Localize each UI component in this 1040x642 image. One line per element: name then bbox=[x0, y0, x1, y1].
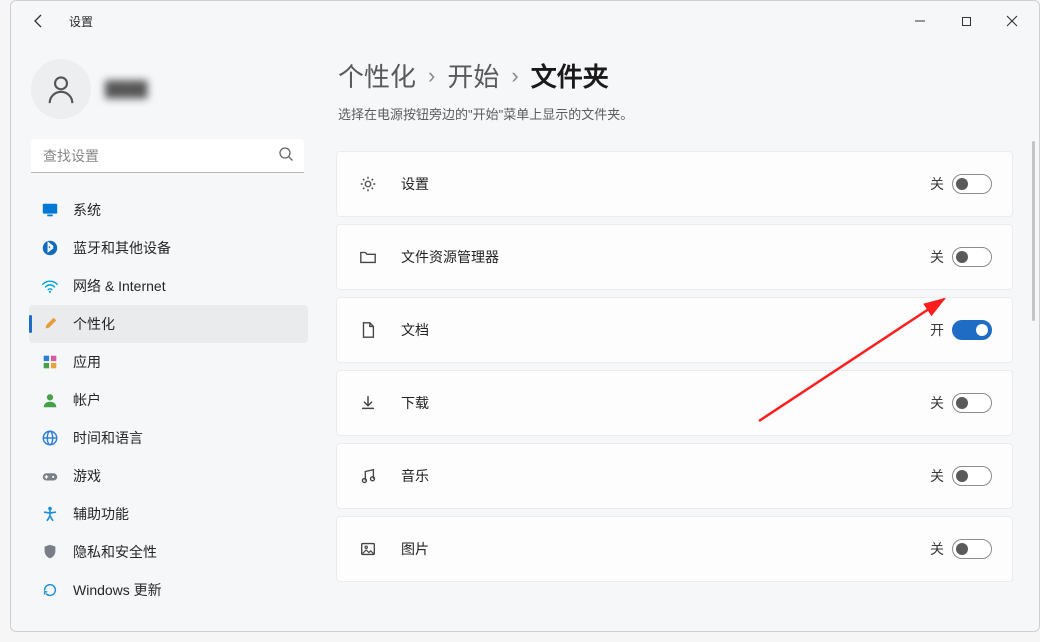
refresh-icon bbox=[41, 581, 59, 599]
folder-card-pictures: 图片 关 bbox=[336, 516, 1013, 582]
sidebar-item-label: 网络 & Internet bbox=[73, 276, 166, 296]
sidebar-item-label: 系统 bbox=[73, 200, 101, 220]
folder-label: 图片 bbox=[401, 539, 908, 559]
avatar-icon bbox=[44, 72, 78, 106]
sidebar-item-bluetooth[interactable]: 蓝牙和其他设备 bbox=[29, 229, 308, 267]
folder-icon bbox=[357, 246, 379, 268]
close-button[interactable] bbox=[989, 5, 1035, 37]
sidebar-item-system[interactable]: 系统 bbox=[29, 191, 308, 229]
bluetooth-icon bbox=[41, 239, 59, 257]
music-icon bbox=[357, 465, 379, 487]
toggle-state-label: 开 bbox=[930, 320, 944, 340]
user-icon bbox=[41, 391, 59, 409]
main-content: 个性化 › 开始 › 文件夹 选择在电源按钮旁边的"开始"菜单上显示的文件夹。 … bbox=[316, 41, 1039, 631]
globe-icon bbox=[41, 429, 59, 447]
sidebar-item-personalize[interactable]: 个性化 bbox=[29, 305, 308, 343]
shield-icon bbox=[41, 543, 59, 561]
window-title: 设置 bbox=[69, 13, 93, 30]
nav: 系统蓝牙和其他设备网络 & Internet 个性化应用帐户时间和语言游戏辅助功能… bbox=[29, 191, 308, 609]
folder-label: 下载 bbox=[401, 393, 908, 413]
sidebar-item-label: Windows 更新 bbox=[73, 580, 162, 600]
folder-label: 设置 bbox=[401, 174, 908, 194]
toggle-music[interactable] bbox=[952, 466, 992, 486]
sidebar-item-accessibility[interactable]: 辅助功能 bbox=[29, 495, 308, 533]
wifi-icon bbox=[41, 277, 59, 295]
sidebar-item-network[interactable]: 网络 & Internet bbox=[29, 267, 308, 305]
gamepad-icon bbox=[41, 467, 59, 485]
breadcrumb-start[interactable]: 开始 bbox=[447, 57, 499, 94]
avatar bbox=[31, 59, 91, 119]
folder-cards: 设置关文件资源管理器关文档开下载关音乐关图片关 bbox=[336, 151, 1019, 612]
sidebar-item-update[interactable]: Windows 更新 bbox=[29, 571, 308, 609]
download-icon bbox=[357, 392, 379, 414]
folder-label: 音乐 bbox=[401, 466, 908, 486]
search-input[interactable] bbox=[31, 139, 304, 173]
sidebar-item-label: 帐户 bbox=[73, 390, 101, 410]
folder-card-documents: 文档 开 bbox=[336, 297, 1013, 363]
close-icon bbox=[1006, 15, 1018, 27]
toggle-downloads[interactable] bbox=[952, 393, 992, 413]
minimize-button[interactable] bbox=[897, 5, 943, 37]
scrollbar[interactable] bbox=[1032, 141, 1035, 321]
page-description: 选择在电源按钮旁边的"开始"菜单上显示的文件夹。 bbox=[338, 104, 1019, 123]
sidebar-item-label: 隐私和安全性 bbox=[73, 542, 157, 562]
sidebar-item-gaming[interactable]: 游戏 bbox=[29, 457, 308, 495]
titlebar: 设置 bbox=[11, 1, 1039, 41]
user-name: ████ bbox=[105, 81, 148, 98]
minimize-icon bbox=[914, 15, 926, 27]
toggle-state-label: 关 bbox=[930, 466, 944, 486]
toggle-explorer[interactable] bbox=[952, 247, 992, 267]
maximize-icon bbox=[961, 16, 972, 27]
toggle-state-label: 关 bbox=[930, 247, 944, 267]
toggle-state-label: 关 bbox=[930, 393, 944, 413]
sidebar-item-label: 辅助功能 bbox=[73, 504, 129, 524]
sidebar-item-label: 时间和语言 bbox=[73, 428, 143, 448]
chevron-right-icon: › bbox=[511, 63, 518, 89]
maximize-button[interactable] bbox=[943, 5, 989, 37]
sidebar: ████ 系统蓝牙和其他设备网络 & Internet 个性化应用帐户时间和语言游… bbox=[11, 41, 316, 631]
sidebar-item-privacy[interactable]: 隐私和安全性 bbox=[29, 533, 308, 571]
back-button[interactable] bbox=[25, 7, 53, 35]
search-icon bbox=[278, 146, 294, 167]
sidebar-item-time[interactable]: 时间和语言 bbox=[29, 419, 308, 457]
toggle-documents[interactable] bbox=[952, 320, 992, 340]
sidebar-item-accounts[interactable]: 帐户 bbox=[29, 381, 308, 419]
sidebar-item-label: 蓝牙和其他设备 bbox=[73, 238, 171, 258]
sidebar-item-apps[interactable]: 应用 bbox=[29, 343, 308, 381]
folder-card-settings: 设置 关 bbox=[336, 151, 1013, 217]
folder-card-music: 音乐 关 bbox=[336, 443, 1013, 509]
folder-card-downloads: 下载 关 bbox=[336, 370, 1013, 436]
document-icon bbox=[357, 319, 379, 341]
toggle-settings[interactable] bbox=[952, 174, 992, 194]
breadcrumb-current: 文件夹 bbox=[531, 57, 609, 94]
brush-icon bbox=[41, 315, 59, 333]
toggle-state-label: 关 bbox=[930, 539, 944, 559]
folder-card-explorer: 文件资源管理器 关 bbox=[336, 224, 1013, 290]
search-row bbox=[31, 139, 304, 173]
back-icon bbox=[31, 13, 47, 29]
settings-window: 设置 ████ 系统蓝牙和其他设备网 bbox=[10, 0, 1040, 632]
user-block[interactable]: ████ bbox=[29, 53, 308, 139]
toggle-state-label: 关 bbox=[930, 174, 944, 194]
monitor-icon bbox=[41, 201, 59, 219]
access-icon bbox=[41, 505, 59, 523]
breadcrumb: 个性化 › 开始 › 文件夹 bbox=[338, 57, 1019, 94]
sidebar-item-label: 应用 bbox=[73, 352, 101, 372]
image-icon bbox=[357, 538, 379, 560]
folder-label: 文档 bbox=[401, 320, 908, 340]
gear-icon bbox=[357, 173, 379, 195]
sidebar-item-label: 个性化 bbox=[73, 314, 115, 334]
sidebar-item-label: 游戏 bbox=[73, 466, 101, 486]
folder-label: 文件资源管理器 bbox=[401, 247, 908, 267]
toggle-pictures[interactable] bbox=[952, 539, 992, 559]
apps-icon bbox=[41, 353, 59, 371]
breadcrumb-personalize[interactable]: 个性化 bbox=[338, 57, 416, 94]
chevron-right-icon: › bbox=[428, 63, 435, 89]
